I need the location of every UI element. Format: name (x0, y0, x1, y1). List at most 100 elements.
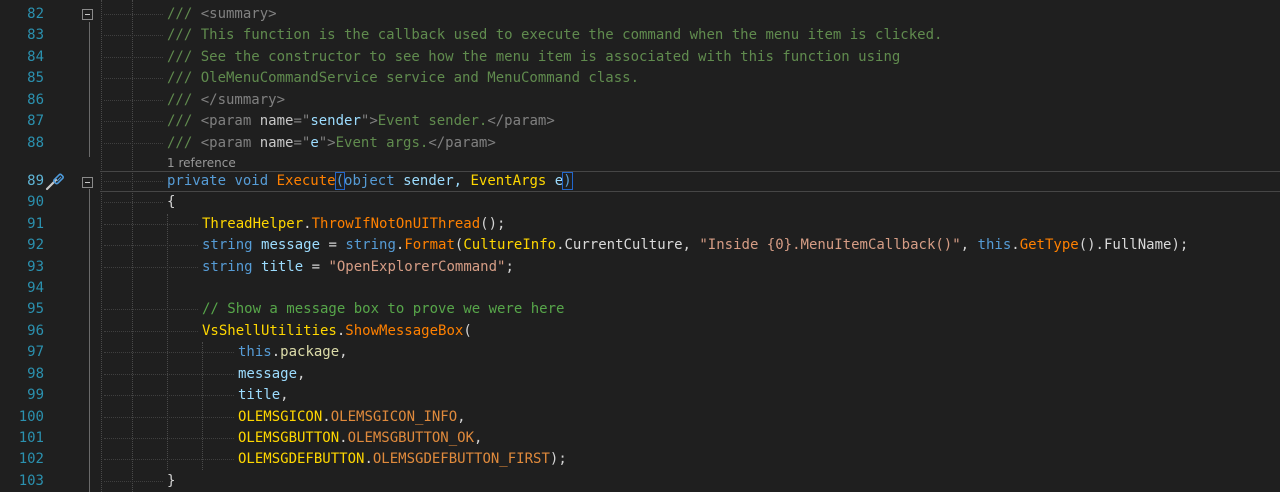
code-token: , (297, 366, 306, 382)
code-line[interactable]: 86 /// </summary> (0, 90, 1280, 111)
whitespace-dots (104, 352, 234, 353)
code-token: OLEMSGICON_INFO (330, 409, 458, 425)
code-line[interactable]: 93 string title = "OpenExplorerCommand"; (0, 257, 1280, 278)
line-number: 90 (27, 194, 44, 210)
code-token: , (474, 430, 483, 446)
code-token: /// (167, 6, 201, 22)
whitespace-dots (104, 481, 163, 482)
code-token: , (682, 237, 700, 253)
code-line[interactable]: 84 /// See the constructor to see how the… (0, 47, 1280, 68)
whitespace-dots (104, 202, 163, 203)
whitespace-dots (104, 57, 163, 58)
code-line[interactable]: 87 /// <param name="sender">Event sender.… (0, 111, 1280, 132)
code-token: </param> (487, 113, 555, 129)
code-token: sender (310, 113, 361, 129)
code-token: { (167, 194, 176, 210)
code-line[interactable]: 89 private void Execute(object sender, Ev… (0, 171, 1280, 192)
code-token: , (280, 387, 289, 403)
code-line[interactable]: 96 VsShellUtilities.ShowMessageBox( (0, 321, 1280, 342)
code-editor[interactable]: 1 reference 82 /// <summary> 83 /// This fu… (0, 0, 1280, 492)
whitespace-dots (104, 245, 198, 246)
code-line[interactable]: 92 string message = string.Format(Culture… (0, 235, 1280, 256)
line-number: 85 (27, 70, 44, 86)
code-token: OLEMSGDEFBUTTON (238, 451, 365, 467)
code-token: void (234, 173, 277, 189)
code-token: } (167, 473, 176, 489)
code-token: (); (480, 216, 506, 232)
code-token: ; (505, 259, 514, 275)
code-line[interactable]: 83 /// This function is the callback used… (0, 25, 1280, 46)
code-token: . (271, 344, 281, 360)
code-line[interactable]: 97 this.package, (0, 342, 1280, 363)
code-text: /// </summary> (167, 90, 285, 111)
code-text: /// <summary> (167, 4, 277, 25)
code-token: package (280, 344, 340, 360)
code-token: name (259, 113, 294, 129)
code-line[interactable]: 82 /// <summary> (0, 4, 1280, 25)
code-token: name (259, 135, 294, 151)
code-token: <summary> (200, 6, 277, 22)
code-text: /// This function is the callback used t… (167, 25, 942, 46)
code-token: . (364, 451, 373, 467)
code-line[interactable]: 99 title, (0, 385, 1280, 406)
code-token: /// (167, 113, 201, 129)
whitespace-dots (104, 395, 234, 396)
code-text: /// <param name="sender">Event sender.</… (167, 111, 555, 132)
line-number: 94 (27, 280, 44, 296)
code-token: <param (200, 135, 260, 151)
code-token: . (339, 430, 348, 446)
whitespace-dots (104, 143, 163, 144)
code-text: VsShellUtilities.ShowMessageBox( (202, 321, 472, 342)
code-token: Format (404, 237, 455, 253)
code-token: </param> (428, 135, 496, 151)
line-number: 82 (27, 6, 44, 22)
code-token: FullName (1104, 237, 1172, 253)
code-token: message (261, 237, 329, 253)
whitespace-dots (104, 459, 234, 460)
code-text: // Show a message box to prove we were h… (202, 299, 564, 320)
code-token: = (311, 259, 329, 275)
whitespace-dots (104, 181, 163, 182)
code-line[interactable]: 91 ThreadHelper.ThrowIfNotOnUIThread(); (0, 214, 1280, 235)
whitespace-dots (104, 224, 198, 225)
code-token: message (238, 366, 298, 382)
code-line[interactable]: 98 message, (0, 364, 1280, 385)
code-token: string (202, 259, 262, 275)
line-number: 92 (27, 237, 44, 253)
code-token: sender, (403, 173, 471, 189)
code-token: /// OleMenuCommandService service and Me… (167, 70, 640, 86)
code-token: ShowMessageBox (345, 323, 464, 339)
code-token: e (554, 173, 564, 189)
code-token: VsShellUtilities (202, 323, 337, 339)
code-line[interactable]: 102 OLEMSGDEFBUTTON.OLEMSGDEFBUTTON_FIRST… (0, 449, 1280, 470)
code-line[interactable]: 101 OLEMSGBUTTON.OLEMSGBUTTON_OK, (0, 428, 1280, 449)
whitespace-dots (104, 267, 198, 268)
code-text: this.package, (238, 342, 348, 363)
code-token: this (977, 237, 1012, 253)
code-line[interactable]: 94 (0, 278, 1280, 299)
codelens-references[interactable]: 1 reference (167, 155, 236, 171)
code-text: title, (238, 385, 289, 406)
code-token: ); (1171, 237, 1189, 253)
code-token: OLEMSGDEFBUTTON_FIRST (372, 451, 550, 467)
code-line[interactable]: 100 OLEMSGICON.OLEMSGICON_INFO, (0, 407, 1280, 428)
code-token: , (339, 344, 348, 360)
whitespace-dots (104, 309, 198, 310)
code-line[interactable]: 90 { (0, 192, 1280, 213)
whitespace-dots (104, 417, 234, 418)
code-token: "> (360, 113, 378, 129)
whitespace-dots (104, 14, 163, 15)
code-line[interactable]: 88 /// <param name="e">Event args.</param… (0, 133, 1280, 154)
code-line[interactable]: 95 // Show a message box to prove we were… (0, 299, 1280, 320)
code-line[interactable]: 85 /// OleMenuCommandService service and … (0, 68, 1280, 89)
code-token: . (322, 409, 331, 425)
code-token: ( (334, 172, 346, 190)
code-line[interactable]: 103} (0, 471, 1280, 492)
code-token: . (556, 237, 565, 253)
line-number: 101 (18, 430, 44, 446)
line-number: 87 (27, 113, 44, 129)
code-text: OLEMSGICON.OLEMSGICON_INFO, (238, 407, 466, 428)
code-token: ) (562, 172, 573, 190)
code-token: CurrentCulture (564, 237, 683, 253)
code-token: string (345, 237, 396, 253)
